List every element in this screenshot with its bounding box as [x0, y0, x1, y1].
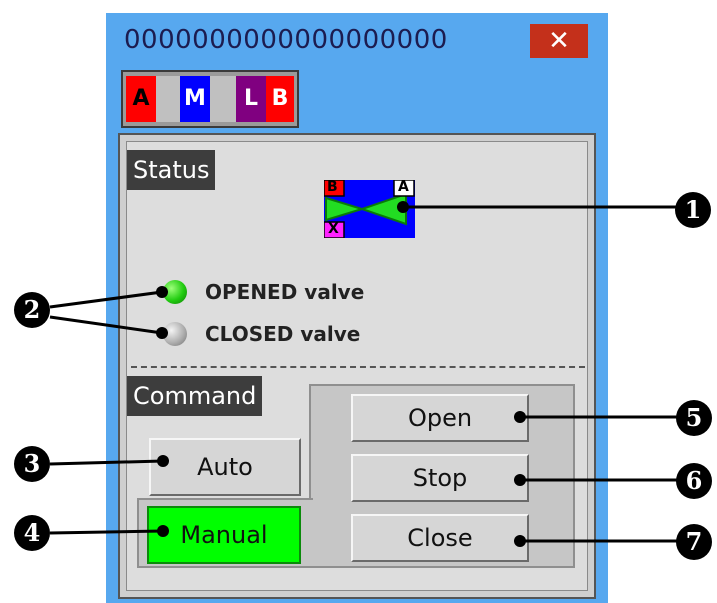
callout-anchor: [514, 411, 526, 423]
callout-leader-lines: [49, 205, 681, 543]
callout-anchor: [157, 525, 169, 537]
callout-anchor: [514, 474, 526, 486]
callout-anchor: [397, 201, 409, 213]
callout-6: 6: [676, 463, 712, 499]
callout-4: 4: [14, 515, 50, 551]
callout-7: 7: [676, 524, 712, 560]
callout-anchor: [157, 455, 169, 467]
callout-1: 1: [675, 192, 711, 228]
callout-anchor: [514, 535, 526, 547]
callout-3: 3: [14, 446, 50, 482]
callout-2: 2: [14, 292, 50, 328]
callout-anchor: [156, 286, 168, 298]
callout-5: 5: [676, 400, 712, 436]
callout-anchor: [156, 327, 168, 339]
